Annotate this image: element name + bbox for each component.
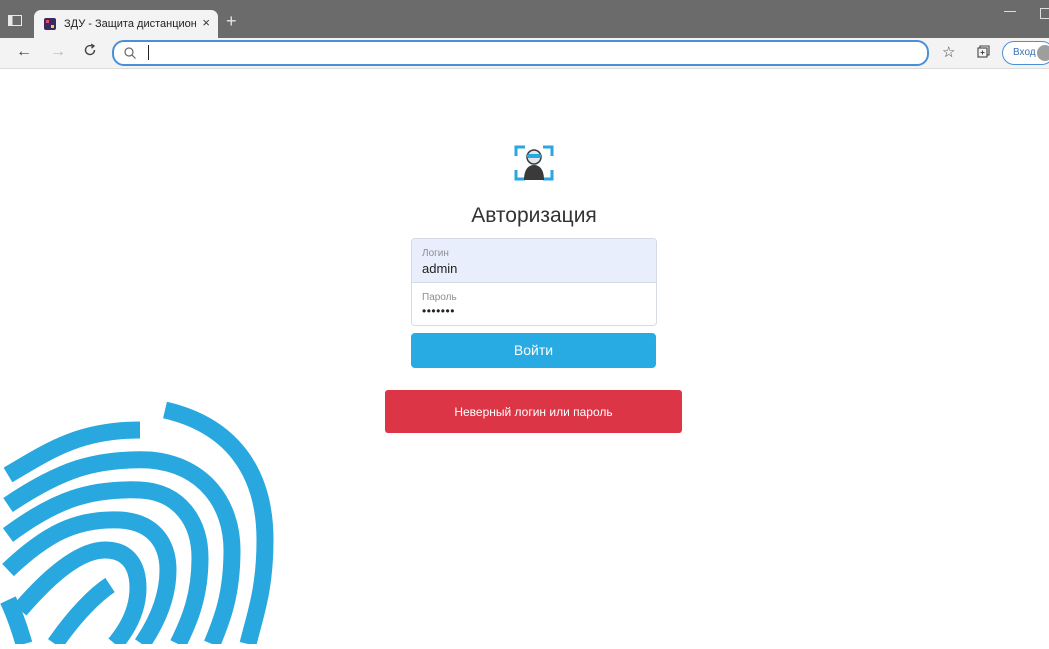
forward-arrow-icon[interactable]: → — [50, 43, 66, 61]
page-title: Авторизация — [471, 204, 597, 227]
tab-actions-icon[interactable] — [8, 13, 22, 26]
error-alert: Неверный логин или пароль — [385, 390, 682, 433]
password-field[interactable]: Пароль ••••••• — [412, 283, 656, 325]
new-tab-button[interactable]: + — [226, 12, 237, 30]
favorites-star-icon[interactable]: ☆ — [942, 43, 955, 61]
login-submit-button[interactable]: Войти — [411, 333, 656, 368]
face-scan-logo-icon — [513, 144, 555, 182]
browser-tab-active[interactable]: ЗДУ - Защита дистанционного × — [34, 10, 218, 38]
signin-button[interactable]: Вход — [1002, 41, 1049, 65]
address-bar-input[interactable] — [112, 40, 929, 66]
error-message: Неверный логин или пароль — [454, 405, 613, 419]
login-input[interactable]: admin — [422, 261, 457, 276]
search-icon — [123, 46, 137, 60]
login-label: Логин — [422, 248, 449, 259]
signin-label: Вход — [1013, 47, 1036, 58]
password-label: Пароль — [422, 292, 457, 303]
browser-toolbar: ← → ☆ Вход — [0, 38, 1049, 69]
login-field[interactable]: Логин admin — [412, 239, 656, 283]
login-form: Логин admin Пароль ••••••• — [411, 238, 657, 326]
fingerprint-decoration-icon — [0, 400, 275, 649]
password-input[interactable]: ••••••• — [422, 304, 455, 318]
window-minimize-button[interactable] — [1004, 11, 1016, 12]
tab-close-button[interactable]: × — [202, 15, 210, 31]
collections-icon[interactable] — [977, 45, 990, 58]
browser-titlebar: ЗДУ - Защита дистанционного × + — [0, 0, 1049, 38]
back-arrow-icon[interactable]: ← — [16, 43, 32, 61]
profile-avatar-icon — [1037, 45, 1049, 61]
reload-icon[interactable] — [83, 43, 97, 62]
login-submit-label: Войти — [513, 342, 554, 358]
site-favicon-icon — [44, 18, 56, 30]
text-caret — [148, 45, 149, 60]
window-maximize-button[interactable] — [1040, 8, 1049, 19]
tab-title: ЗДУ - Защита дистанционного — [64, 18, 196, 30]
